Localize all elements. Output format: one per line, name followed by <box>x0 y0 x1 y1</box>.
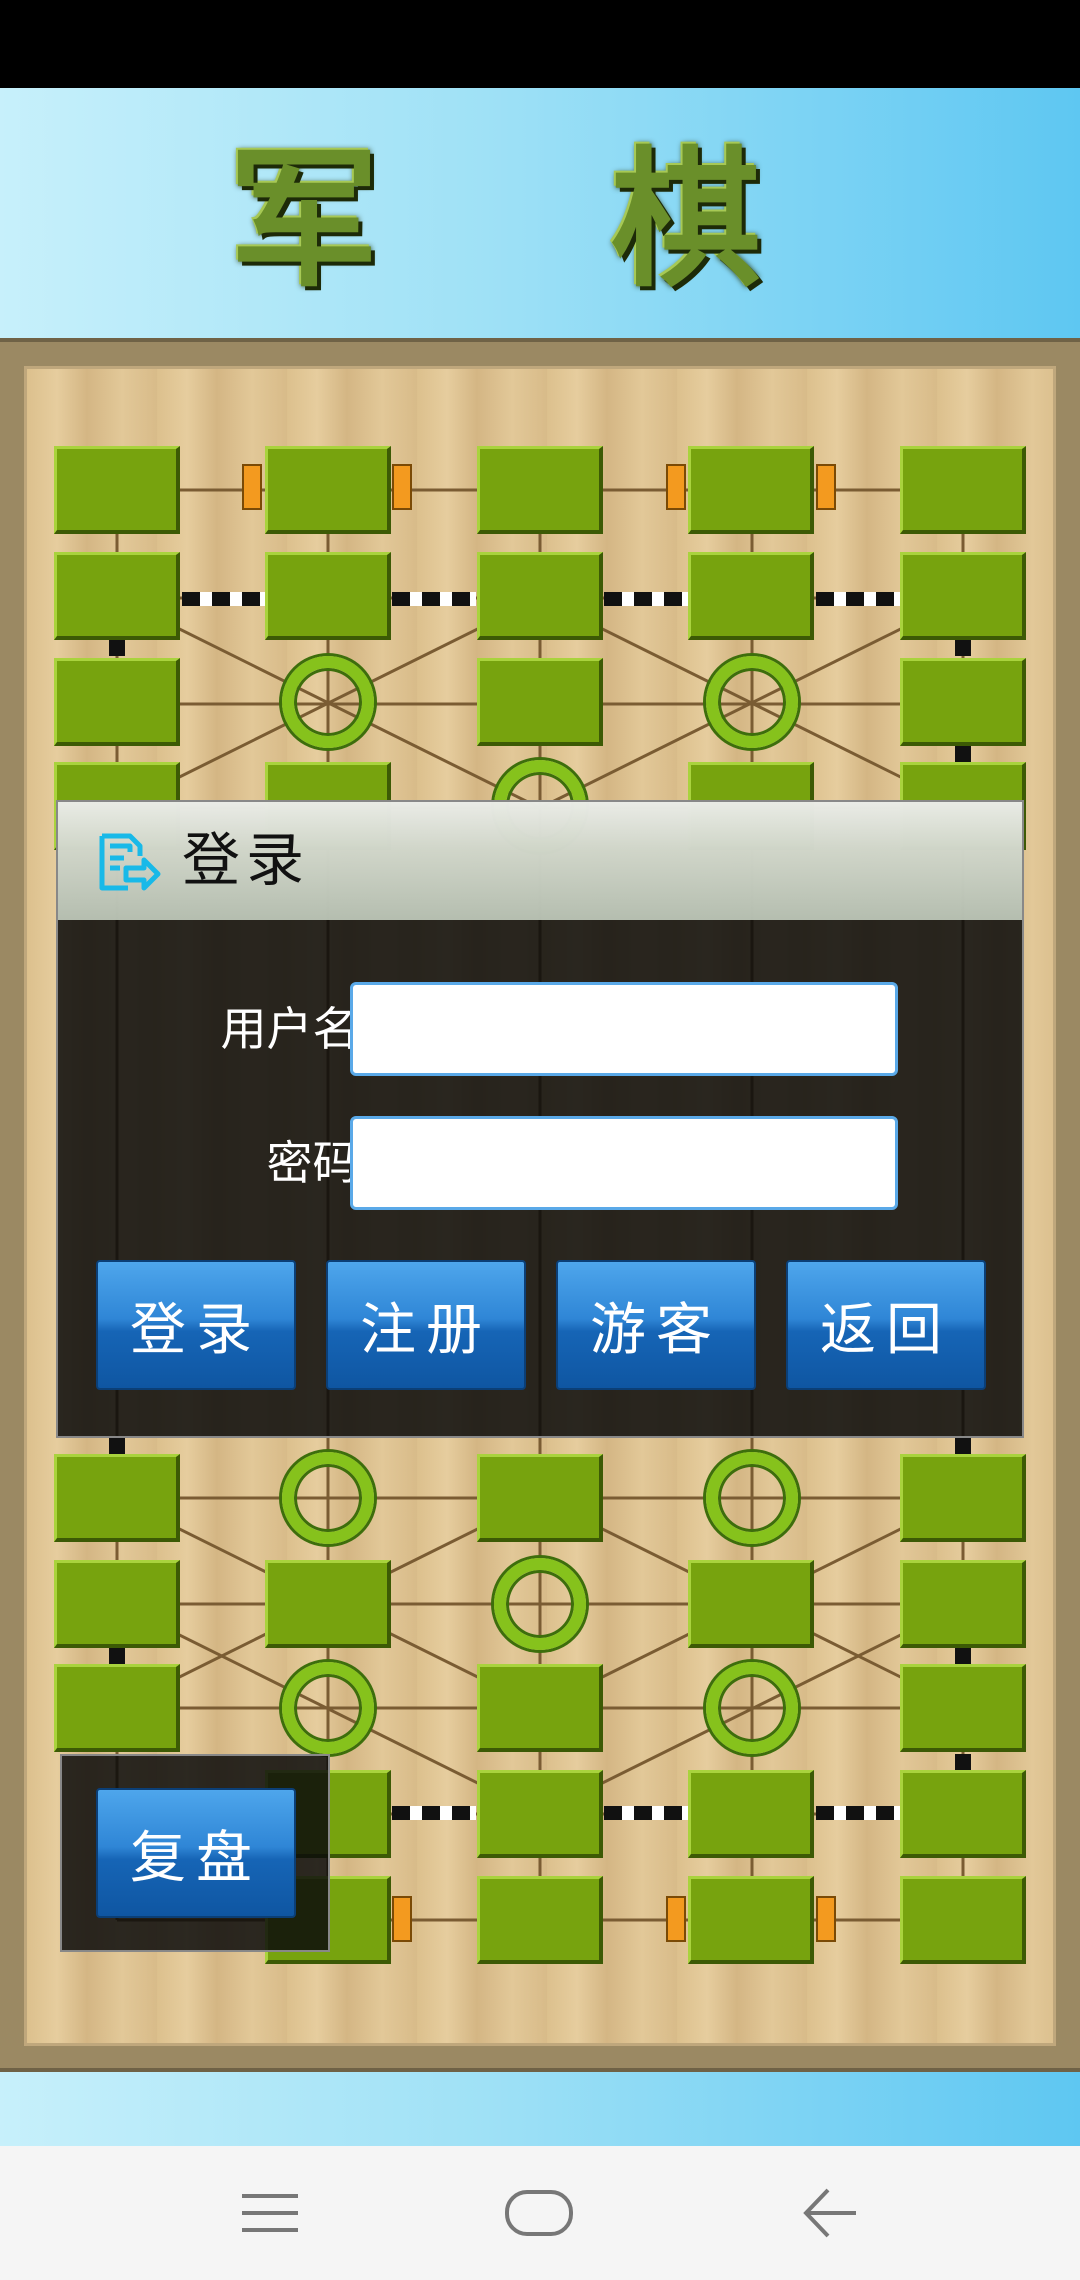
board-post[interactable] <box>477 1876 603 1964</box>
game-title: 军 棋 <box>228 132 852 308</box>
replay-panel: 复盘 <box>60 1754 330 1952</box>
headquarters-marker <box>392 464 412 510</box>
navigation-bar <box>0 2146 1080 2280</box>
board-post[interactable] <box>54 446 180 534</box>
board-post[interactable] <box>265 446 391 534</box>
board-post[interactable] <box>900 1664 1026 1752</box>
password-input[interactable] <box>350 1116 898 1210</box>
back-icon[interactable] <box>800 2186 860 2240</box>
railway-segment <box>604 592 688 606</box>
status-bar <box>0 0 1080 88</box>
headquarters-marker <box>816 1896 836 1942</box>
login-document-icon <box>99 833 161 891</box>
railway-segment <box>604 1806 688 1820</box>
board-post[interactable] <box>688 446 814 534</box>
login-dialog: 登录 用户名: 密码: 登录 注册 游客 返回 <box>56 800 1024 1438</box>
railway-segment <box>392 1806 476 1820</box>
board-post[interactable] <box>54 658 180 746</box>
board-post[interactable] <box>477 1664 603 1752</box>
board-post[interactable] <box>900 1770 1026 1858</box>
board-post[interactable] <box>54 1560 180 1648</box>
guest-button[interactable]: 游客 <box>556 1260 756 1390</box>
railway-stub <box>955 1648 971 1664</box>
board-post[interactable] <box>54 1664 180 1752</box>
board-post[interactable] <box>54 1454 180 1542</box>
board-post[interactable] <box>900 446 1026 534</box>
board-post[interactable] <box>265 1560 391 1648</box>
board-post[interactable] <box>265 552 391 640</box>
board-post[interactable] <box>477 1770 603 1858</box>
headquarters-marker <box>242 464 262 510</box>
camp-ring[interactable] <box>494 1558 586 1650</box>
login-button[interactable]: 登录 <box>96 1260 296 1390</box>
board-post[interactable] <box>688 1560 814 1648</box>
railway-stub <box>955 746 971 762</box>
railway-stub <box>109 1648 125 1664</box>
railway-segment <box>392 592 476 606</box>
board-post[interactable] <box>477 1454 603 1542</box>
headquarters-marker <box>666 464 686 510</box>
board-post[interactable] <box>900 1560 1026 1648</box>
board-post[interactable] <box>688 1876 814 1964</box>
camp-ring[interactable] <box>706 1452 798 1544</box>
camp-ring[interactable] <box>282 1452 374 1544</box>
railway-stub <box>955 1754 971 1770</box>
board-post[interactable] <box>900 1876 1026 1964</box>
board-post[interactable] <box>688 552 814 640</box>
home-icon[interactable] <box>504 2188 574 2238</box>
username-input[interactable] <box>350 982 898 1076</box>
dialog-title: 登录 <box>182 826 311 894</box>
board-post[interactable] <box>688 1770 814 1858</box>
railway-stub <box>109 1438 125 1454</box>
railway-stub <box>955 640 971 656</box>
headquarters-marker <box>816 464 836 510</box>
board-post[interactable] <box>477 446 603 534</box>
camp-ring[interactable] <box>282 1662 374 1754</box>
railway-segment <box>816 1806 900 1820</box>
board-post[interactable] <box>900 552 1026 640</box>
replay-button[interactable]: 复盘 <box>96 1788 296 1918</box>
railway-stub <box>955 1438 971 1454</box>
password-label: 密码: <box>266 1136 375 1190</box>
board-post[interactable] <box>900 658 1026 746</box>
headquarters-marker <box>392 1896 412 1942</box>
board-post[interactable] <box>900 1454 1026 1542</box>
username-label: 用户名: <box>220 1002 375 1056</box>
back-button[interactable]: 返回 <box>786 1260 986 1390</box>
camp-ring[interactable] <box>706 1662 798 1754</box>
railway-segment <box>182 592 266 606</box>
board-post[interactable] <box>477 658 603 746</box>
headquarters-marker <box>666 1896 686 1942</box>
railway-segment <box>816 592 900 606</box>
camp-ring[interactable] <box>706 656 798 748</box>
board-post[interactable] <box>477 552 603 640</box>
camp-ring[interactable] <box>282 656 374 748</box>
register-button[interactable]: 注册 <box>326 1260 526 1390</box>
menu-icon[interactable] <box>240 2190 300 2236</box>
board-post[interactable] <box>54 552 180 640</box>
railway-stub <box>109 640 125 656</box>
